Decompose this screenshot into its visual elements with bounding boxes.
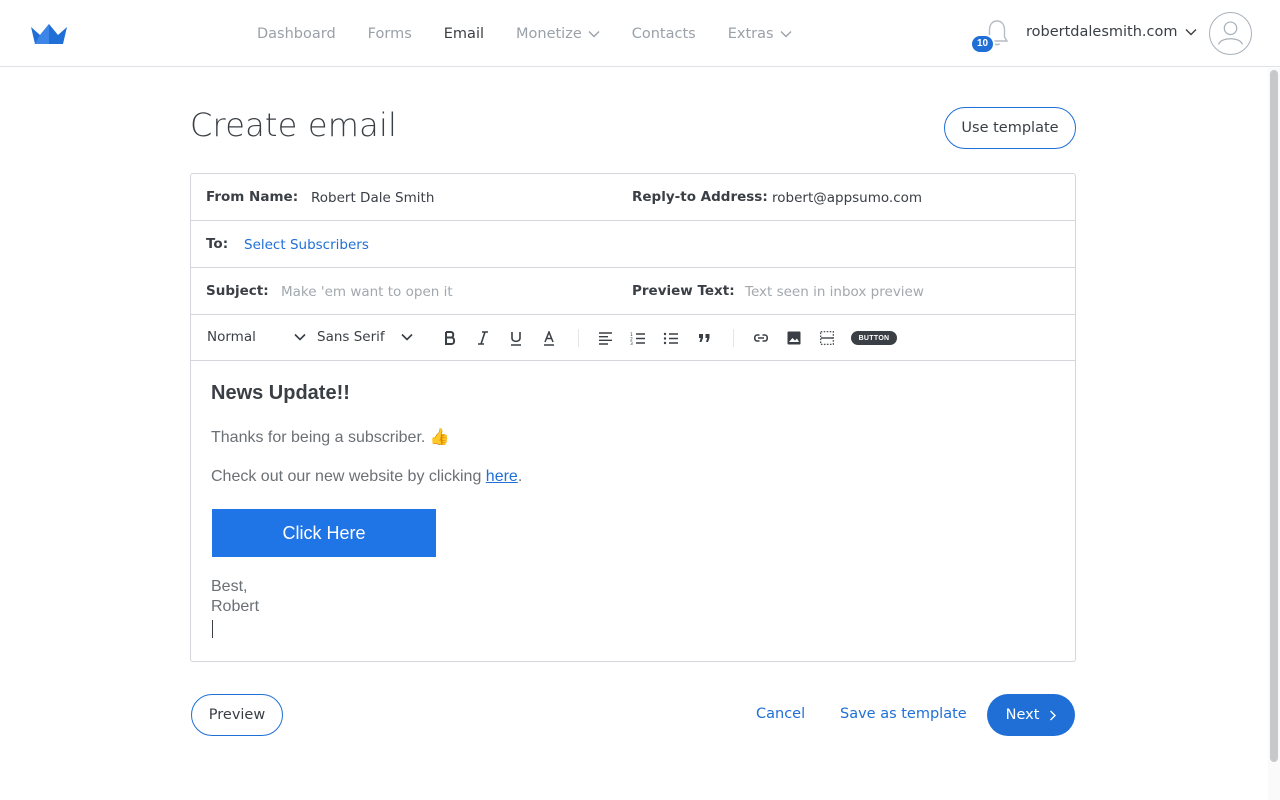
next-button[interactable]: Next xyxy=(987,694,1075,736)
save-as-template-button[interactable]: Save as template xyxy=(840,706,967,722)
scrollbar-thumb[interactable] xyxy=(1270,70,1278,762)
subject-input[interactable]: Make 'em want to open it xyxy=(281,284,453,300)
page-scrollbar[interactable] xyxy=(1268,68,1280,800)
reply-to-label: Reply-to Address: xyxy=(632,189,768,205)
link-icon[interactable] xyxy=(751,328,771,348)
nav-label: Dashboard xyxy=(257,25,336,42)
format-value: Normal xyxy=(207,329,256,345)
divider-block-icon[interactable] xyxy=(817,328,837,348)
nav-label: Email xyxy=(443,25,484,42)
underline-icon[interactable] xyxy=(506,328,526,348)
chevron-down-icon xyxy=(588,30,600,37)
email-paragraph: Thanks for being a subscriber. 👍 xyxy=(211,429,450,446)
bullet-list-icon[interactable] xyxy=(661,328,681,348)
nav-label: Extras xyxy=(727,25,774,42)
email-heading: News Update!! xyxy=(211,382,350,404)
avatar-user-icon[interactable] xyxy=(1209,12,1252,55)
email-compose-panel: From Name: Robert Dale Smith Reply-to Ad… xyxy=(190,173,1076,662)
font-family-select[interactable]: Sans Serif xyxy=(317,329,413,345)
to-row: To: Select Subscribers xyxy=(191,221,1075,268)
chevron-down-icon xyxy=(780,30,792,37)
chevron-right-icon xyxy=(1050,710,1057,720)
chevron-down-icon xyxy=(401,333,413,341)
cancel-button[interactable]: Cancel xyxy=(756,706,805,722)
blockquote-icon[interactable] xyxy=(694,328,714,348)
ordered-list-icon[interactable]: 123 xyxy=(628,328,648,348)
preview-text-input[interactable]: Text seen in inbox preview xyxy=(745,284,924,300)
email-link[interactable]: here xyxy=(486,468,518,485)
toolbar-divider xyxy=(578,329,579,347)
nav-item-contacts[interactable]: Contacts xyxy=(616,26,712,42)
italic-icon[interactable] xyxy=(473,328,493,348)
text-color-icon[interactable] xyxy=(539,328,559,348)
svg-text:3: 3 xyxy=(630,341,633,345)
toolbar-divider xyxy=(733,329,734,347)
insert-button-block[interactable]: BUTTON xyxy=(851,331,897,345)
account-menu[interactable]: robertdalesmith.com xyxy=(1026,24,1197,40)
text-cursor xyxy=(212,620,213,638)
email-paragraph: Check out our new website by clicking he… xyxy=(211,468,522,486)
nav-item-monetize[interactable]: Monetize xyxy=(500,26,616,42)
image-icon[interactable] xyxy=(784,328,804,348)
top-navigation-bar: Dashboard Forms Email Monetize Contacts … xyxy=(0,0,1280,67)
email-cta-button[interactable]: Click Here xyxy=(212,509,436,557)
preview-text-label: Preview Text: xyxy=(632,283,735,299)
to-label: To: xyxy=(206,236,229,252)
paragraph-text: Check out our new website by clicking xyxy=(211,468,486,485)
notification-count-badge[interactable]: 10 xyxy=(970,34,996,54)
nav-label: Forms xyxy=(367,25,412,42)
email-sign-off: Best, xyxy=(211,578,248,595)
account-name: robertdalesmith.com xyxy=(1026,24,1178,40)
align-left-icon[interactable] xyxy=(595,328,615,348)
nav-item-email[interactable]: Email xyxy=(428,26,500,42)
email-body-editor[interactable]: News Update!! Thanks for being a subscri… xyxy=(191,362,1075,661)
paragraph-text: . xyxy=(517,468,523,485)
use-template-button[interactable]: Use template xyxy=(944,107,1076,149)
subject-row: Subject: Make 'em want to open it Previe… xyxy=(191,268,1075,315)
chevron-down-icon xyxy=(294,333,306,341)
bold-icon[interactable] xyxy=(440,328,460,348)
crown-logo-icon[interactable] xyxy=(30,22,68,46)
chevron-down-icon xyxy=(1185,29,1196,36)
subject-label: Subject: xyxy=(206,283,269,299)
from-row: From Name: Robert Dale Smith Reply-to Ad… xyxy=(191,174,1075,221)
from-name-input[interactable]: Robert Dale Smith xyxy=(311,190,434,206)
editor-toolbar: Normal Sans Serif 123 BUTTON xyxy=(191,315,1075,361)
nav-item-extras[interactable]: Extras xyxy=(712,26,808,42)
email-signature: Robert xyxy=(211,598,260,615)
preview-button[interactable]: Preview xyxy=(191,694,283,736)
select-subscribers-link[interactable]: Select Subscribers xyxy=(244,237,369,253)
reply-to-input[interactable]: robert@appsumo.com xyxy=(772,190,922,206)
next-label: Next xyxy=(1005,707,1040,723)
nav-label: Monetize xyxy=(516,25,582,42)
paragraph-format-select[interactable]: Normal xyxy=(207,329,306,345)
from-name-label: From Name: xyxy=(206,189,299,205)
nav-item-dashboard[interactable]: Dashboard xyxy=(241,26,352,42)
nav-item-forms[interactable]: Forms xyxy=(352,26,428,42)
nav-label: Contacts xyxy=(631,25,696,42)
font-value: Sans Serif xyxy=(317,329,385,345)
page-title: Create email xyxy=(190,106,398,144)
main-nav: Dashboard Forms Email Monetize Contacts … xyxy=(241,0,808,67)
